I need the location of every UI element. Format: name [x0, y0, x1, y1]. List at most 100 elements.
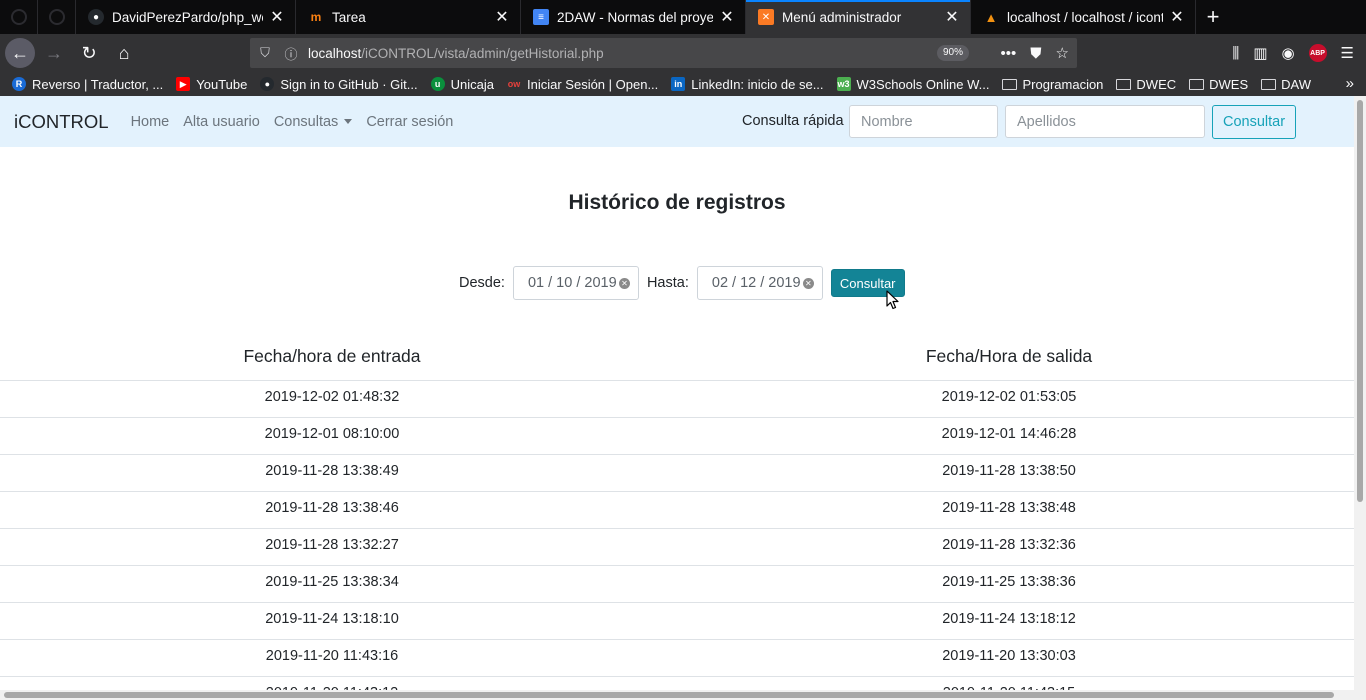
quick-search-label: Consulta rápida	[742, 113, 844, 129]
folder-icon	[1189, 78, 1205, 90]
url-host: localhost	[308, 45, 362, 61]
browser-tab[interactable]: ● DavidPerezPardo/php_webap ✕	[76, 0, 296, 34]
table-row: 2019-11-20 11:43:16 2019-11-20 13:30:03	[0, 639, 1354, 677]
bookmark-openwebinars[interactable]: ow Iniciar Sesión | Open...	[507, 77, 659, 92]
entrada-cell: 2019-11-20 11:43:16	[0, 639, 664, 677]
page-actions: ••• ⛊ ☆	[1001, 38, 1069, 68]
hasta-date-input[interactable]: 02 / 12 / 2019 ✕	[696, 266, 823, 300]
hasta-date-value: 02 / 12 / 2019	[711, 275, 801, 291]
nombre-input[interactable]	[849, 105, 998, 138]
tab-title: Tarea	[332, 9, 366, 25]
account-icon[interactable]: ◉	[1281, 44, 1294, 62]
bookmark-star-icon[interactable]: ☆	[1056, 44, 1069, 62]
library-icon[interactable]: ⫼	[1232, 45, 1239, 62]
bookmark-folder-dwec[interactable]: DWEC	[1116, 77, 1176, 92]
bookmark-label: Programacion	[1022, 76, 1104, 92]
pinned-tab[interactable]	[0, 0, 38, 34]
url-bar[interactable]: ⛉ ⓘ localhost/iCONTROL/vista/admin/getHi…	[250, 38, 1077, 68]
toolbar-right: ⫼ ▥ ◉ ABP ☰	[1232, 34, 1366, 72]
salida-cell: 2019-11-20 13:30:03	[664, 639, 1354, 677]
sidebar-icon[interactable]: ▥	[1253, 44, 1267, 62]
clear-icon[interactable]: ✕	[618, 277, 630, 289]
pinned-tab[interactable]	[38, 0, 76, 34]
folder-icon	[1116, 78, 1132, 90]
entrada-cell: 2019-11-28 13:32:27	[0, 528, 664, 566]
history-table: Fecha/hora de entrada Fecha/Hora de sali…	[0, 334, 1354, 700]
table-row: 2019-11-24 13:18:10 2019-11-24 13:18:12	[0, 602, 1354, 640]
close-icon[interactable]: ✕	[494, 7, 510, 27]
close-icon[interactable]: ✕	[1169, 7, 1185, 27]
hasta-label: Hasta:	[646, 275, 689, 291]
browser-tab[interactable]: ≡ 2DAW - Normas del proyecto ✕	[521, 0, 746, 34]
bookmark-label: DWEC	[1136, 76, 1177, 92]
apellidos-input[interactable]	[1005, 105, 1205, 138]
clear-icon[interactable]: ✕	[802, 277, 814, 289]
bookmark-reverso[interactable]: R Reverso | Traductor, ...	[12, 77, 163, 92]
forward-button[interactable]: →	[38, 37, 70, 69]
entrada-cell: 2019-11-25 13:38:34	[0, 565, 664, 603]
nav-cerrar-sesion[interactable]: Cerrar sesión	[366, 114, 453, 130]
close-icon[interactable]: ✕	[719, 7, 735, 27]
pinned-tab-icon	[10, 9, 27, 25]
bookmark-linkedin[interactable]: in LinkedIn: inicio de se...	[671, 77, 824, 92]
browser-tab-active[interactable]: ✕ Menú administrador ✕	[746, 0, 971, 34]
salida-cell: 2019-11-25 13:38:36	[664, 565, 1354, 603]
unicaja-icon: u	[430, 77, 445, 91]
entrada-cell: 2019-11-28 13:38:46	[0, 491, 664, 529]
more-actions-icon[interactable]: •••	[1001, 45, 1017, 62]
bookmark-w3schools[interactable]: w3 W3Schools Online W...	[836, 77, 989, 92]
folder-icon	[1261, 78, 1277, 90]
nav-alta-usuario[interactable]: Alta usuario	[183, 114, 260, 130]
folder-icon	[1002, 78, 1018, 90]
zoom-indicator[interactable]: 90%	[936, 45, 969, 61]
caret-down-icon	[344, 119, 353, 125]
bookmark-label: Sign in to GitHub · Git...	[280, 76, 418, 92]
chevron-double-right-icon[interactable]: »	[1346, 75, 1354, 92]
salida-cell: 2019-12-01 14:46:28	[664, 417, 1354, 455]
bookmark-unicaja[interactable]: u Unicaja	[430, 77, 494, 92]
scrollbar-thumb[interactable]	[4, 692, 1334, 698]
bookmark-github[interactable]: ● Sign in to GitHub · Git...	[260, 76, 418, 92]
bookmark-folder-programacion[interactable]: Programacion	[1002, 77, 1103, 92]
salida-cell: 2019-11-28 13:38:50	[664, 454, 1354, 492]
tab-title: localhost / localhost / icontrol	[1007, 9, 1163, 25]
home-button[interactable]: ⌂	[108, 37, 140, 69]
bookmark-youtube[interactable]: ▶ YouTube	[176, 77, 247, 92]
tab-title: Menú administrador	[782, 9, 902, 25]
nav-consultas-dropdown[interactable]: Consultas	[274, 114, 353, 130]
shield-icon[interactable]: ⛉	[254, 45, 276, 61]
entrada-cell: 2019-11-28 13:38:49	[0, 454, 664, 492]
vertical-scrollbar[interactable]	[1354, 96, 1366, 700]
horizontal-scrollbar[interactable]	[0, 690, 1354, 700]
page-title: Histórico de registros	[568, 191, 786, 214]
close-icon[interactable]: ✕	[269, 7, 285, 27]
new-tab-button[interactable]: +	[1196, 0, 1230, 34]
menu-icon[interactable]: ☰	[1341, 44, 1354, 62]
quick-search-button[interactable]: Consultar	[1212, 105, 1296, 139]
table-row: 2019-11-25 13:38:34 2019-11-25 13:38:36	[0, 565, 1354, 603]
browser-tab[interactable]: ▲ localhost / localhost / icontrol ✕	[971, 0, 1196, 34]
browser-tab[interactable]: m Tarea ✕	[296, 0, 521, 34]
youtube-icon: ▶	[176, 77, 191, 91]
info-icon[interactable]: ⓘ	[280, 44, 302, 63]
arrow-right-icon: →	[45, 42, 63, 63]
bookmark-folder-daw[interactable]: DAW	[1261, 77, 1311, 92]
bookmark-label: Reverso | Traductor, ...	[32, 76, 164, 92]
nav-home[interactable]: Home	[131, 114, 170, 130]
close-icon[interactable]: ✕	[944, 7, 960, 27]
adblock-plus-icon[interactable]: ABP	[1308, 44, 1327, 62]
table-row: 2019-11-28 13:38:46 2019-11-28 13:38:48	[0, 491, 1354, 529]
back-button[interactable]: ←	[5, 38, 35, 68]
desde-date-input[interactable]: 01 / 10 / 2019 ✕	[512, 266, 639, 300]
reload-button[interactable]: ↻	[73, 37, 105, 69]
phpmyadmin-icon: ▲	[984, 9, 998, 25]
brand-logo[interactable]: iCONTROL	[14, 111, 109, 133]
bookmark-folder-dwes[interactable]: DWES	[1189, 77, 1248, 92]
header-salida: Fecha/Hora de salida	[664, 334, 1354, 381]
scrollbar-thumb[interactable]	[1357, 100, 1363, 502]
entrada-cell: 2019-11-24 13:18:10	[0, 602, 664, 640]
pocket-icon[interactable]: ⛊	[1030, 45, 1041, 62]
browser-tab-strip: ● DavidPerezPardo/php_webap ✕ m Tarea ✕ …	[0, 0, 1366, 34]
browser-toolbar: ← → ↻ ⌂ ⛉ ⓘ localhost/iCONTROL/vista/adm…	[0, 34, 1366, 72]
entrada-cell: 2019-12-01 08:10:00	[0, 417, 664, 455]
